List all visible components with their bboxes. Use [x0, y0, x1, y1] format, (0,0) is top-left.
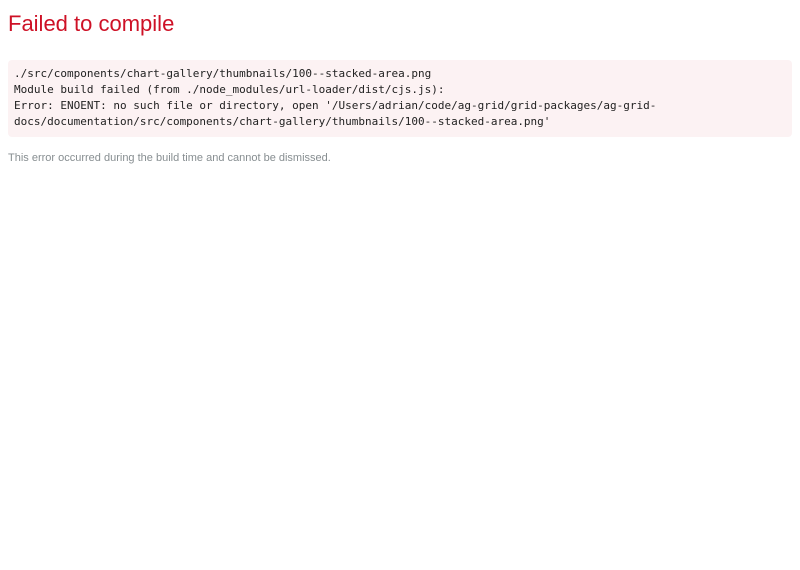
error-message-box: ./src/components/chart-gallery/thumbnail… [8, 60, 792, 137]
error-footer-note: This error occurred during the build tim… [8, 152, 331, 164]
error-title: Failed to compile [8, 11, 175, 36]
error-file-path: ./src/components/chart-gallery/thumbnail… [14, 67, 432, 80]
error-overlay: Failed to compile ./src/components/chart… [0, 0, 800, 570]
error-module-build-failed: Module build failed (from ./node_modules… [14, 83, 445, 96]
error-enoent-path-continued: docs/documentation/src/components/chart-… [14, 115, 551, 128]
error-enoent-message: Error: ENOENT: no such file or directory… [14, 99, 657, 112]
